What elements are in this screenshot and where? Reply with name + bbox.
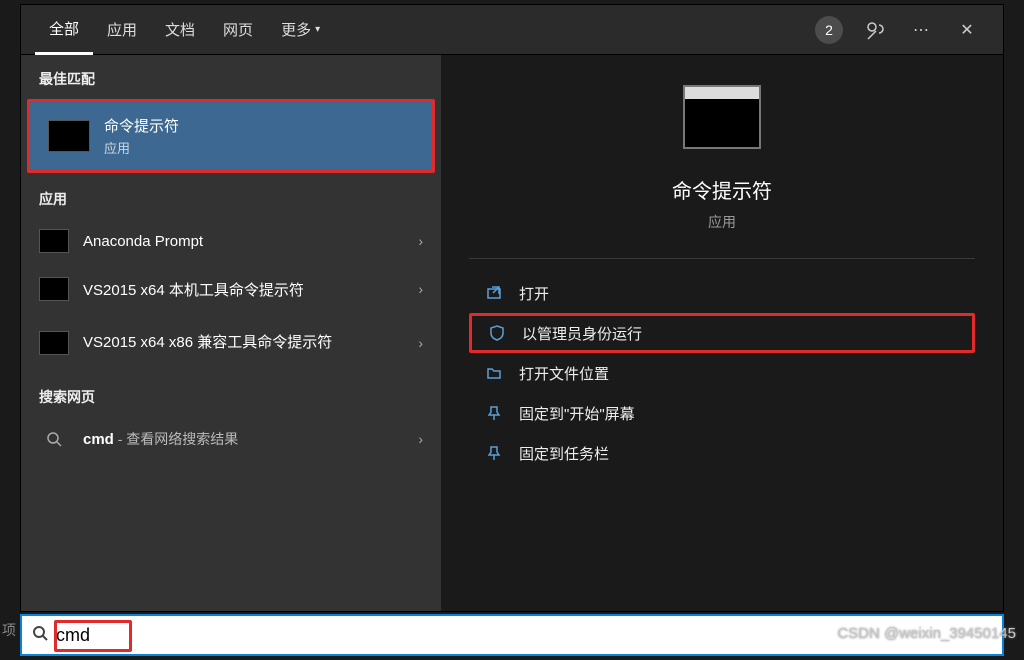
chevron-right-icon: › — [418, 431, 423, 447]
notification-badge[interactable]: 2 — [815, 16, 843, 44]
pin-icon — [483, 445, 505, 461]
action-label: 以管理员身份运行 — [522, 323, 642, 344]
web-result-term: cmd — [83, 431, 114, 448]
folder-icon — [483, 365, 505, 381]
cmd-large-icon — [683, 85, 761, 149]
chevron-right-icon: › — [418, 335, 423, 351]
open-icon — [483, 285, 505, 301]
truncated-text: 项 — [2, 620, 16, 640]
tab-documents[interactable]: 文档 — [151, 5, 209, 55]
search-icon — [39, 427, 69, 451]
chevron-right-icon: › — [418, 233, 423, 249]
tab-web[interactable]: 网页 — [209, 5, 267, 55]
result-subtitle: 应用 — [104, 138, 414, 157]
result-web-search[interactable]: cmd - 查看网络搜索结果 › — [21, 415, 441, 463]
result-app[interactable]: VS2015 x64 x86 兼容工具命令提示符 › — [21, 313, 441, 373]
action-open-file-location[interactable]: 打开文件位置 — [469, 353, 975, 393]
terminal-icon — [39, 331, 69, 355]
chevron-down-icon: ▾ — [315, 24, 320, 35]
section-apps: 应用 — [21, 175, 441, 217]
tab-bar: 全部 应用 文档 网页 更多 ▾ 2 ⋯ ✕ — [21, 5, 1003, 55]
chevron-right-icon: › — [418, 281, 423, 297]
tab-apps[interactable]: 应用 — [93, 5, 151, 55]
terminal-icon — [39, 277, 69, 301]
feedback-icon[interactable] — [861, 16, 889, 44]
action-label: 固定到"开始"屏幕 — [519, 403, 635, 424]
action-pin-taskbar[interactable]: 固定到任务栏 — [469, 433, 975, 473]
action-label: 打开 — [519, 283, 549, 304]
start-search-panel: 全部 应用 文档 网页 更多 ▾ 2 ⋯ ✕ 最佳匹配 命令提示符 — [20, 4, 1004, 612]
action-label: 打开文件位置 — [519, 363, 609, 384]
section-best-match: 最佳匹配 — [21, 55, 441, 97]
action-run-as-admin[interactable]: 以管理员身份运行 — [469, 313, 975, 353]
result-app[interactable]: VS2015 x64 本机工具命令提示符 › — [21, 265, 441, 313]
result-title: VS2015 x64 x86 兼容工具命令提示符 — [83, 333, 418, 353]
search-icon — [32, 625, 48, 646]
results-list: 最佳匹配 命令提示符 应用 应用 Anaconda Prompt › VS201… — [21, 55, 441, 611]
action-label: 固定到任务栏 — [519, 443, 609, 464]
result-app[interactable]: Anaconda Prompt › — [21, 217, 441, 265]
tab-more-label: 更多 — [281, 19, 311, 40]
divider — [469, 258, 975, 259]
section-web: 搜索网页 — [21, 373, 441, 415]
result-best-match[interactable]: 命令提示符 应用 — [27, 99, 435, 173]
cmd-icon — [48, 120, 90, 152]
result-title: 命令提示符 — [104, 115, 414, 136]
watermark: CSDN @weixin_39450145 — [837, 625, 1016, 642]
result-title: VS2015 x64 本机工具命令提示符 — [83, 279, 418, 300]
terminal-icon — [39, 229, 69, 253]
action-open[interactable]: 打开 — [469, 273, 975, 313]
shield-icon — [486, 325, 508, 341]
preview-title: 命令提示符 — [672, 175, 772, 204]
action-pin-start[interactable]: 固定到"开始"屏幕 — [469, 393, 975, 433]
preview-pane: 命令提示符 应用 打开 以管理员身份运行 — [441, 55, 1003, 611]
tab-all[interactable]: 全部 — [35, 5, 93, 55]
web-result-suffix: - 查看网络搜索结果 — [114, 431, 238, 447]
more-options-icon[interactable]: ⋯ — [907, 16, 935, 44]
close-icon[interactable]: ✕ — [953, 16, 981, 44]
result-title: Anaconda Prompt — [83, 233, 418, 250]
tab-more[interactable]: 更多 ▾ — [267, 5, 334, 55]
preview-subtitle: 应用 — [708, 212, 736, 232]
pin-icon — [483, 405, 505, 421]
